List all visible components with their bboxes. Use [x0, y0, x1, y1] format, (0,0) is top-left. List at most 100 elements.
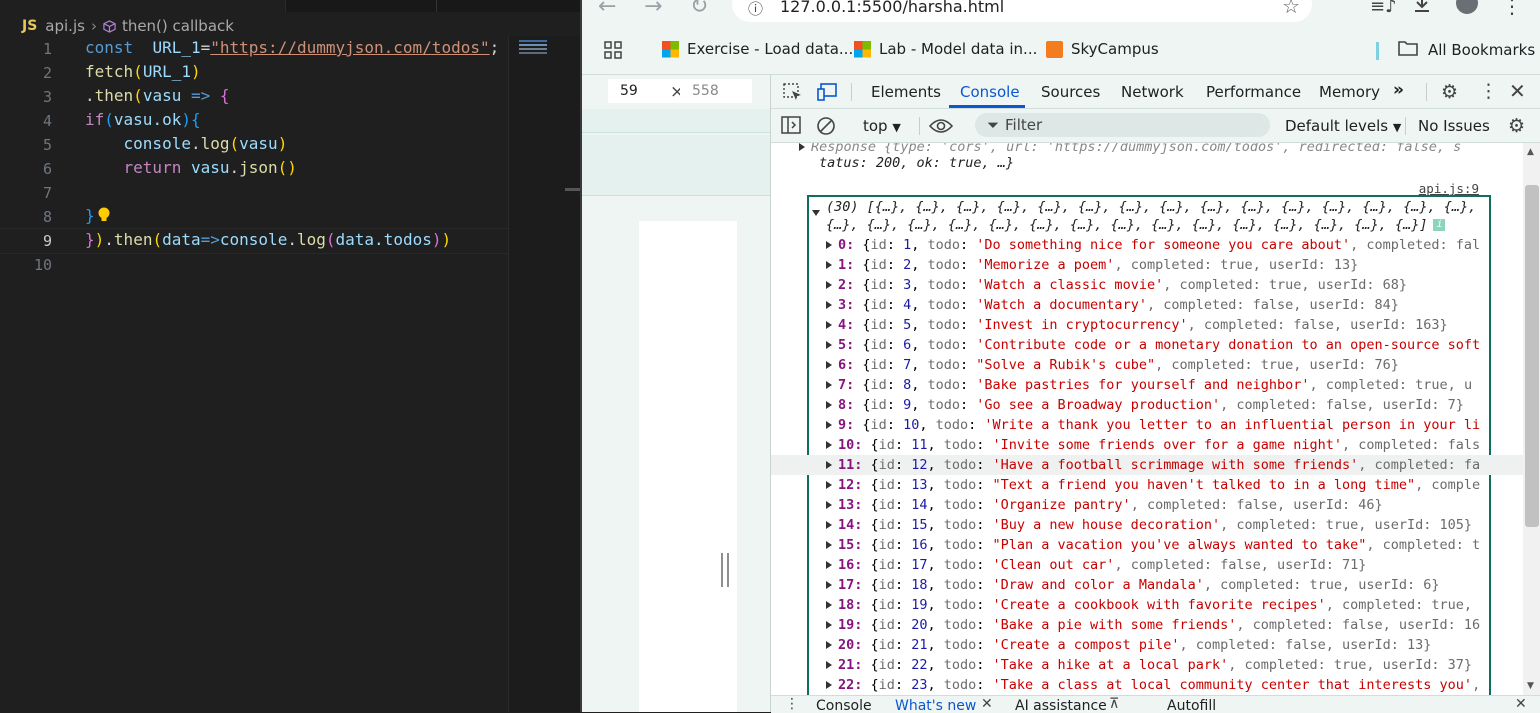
tab-performance[interactable]: Performance [1206, 83, 1301, 101]
media-controls-icon[interactable]: ≡♪ [1370, 0, 1397, 17]
code-line-1[interactable]: const URL_1="https://dummyjson.com/todos… [85, 38, 499, 57]
array-item-row[interactable]: 12: {id: 13, todo: "Text a friend you ha… [771, 475, 1523, 495]
tab-elements[interactable]: Elements [871, 83, 941, 101]
sidebar-toggle-icon[interactable] [781, 116, 801, 138]
drawer-tab-ai-assistance[interactable]: AI assistance [1015, 698, 1107, 713]
info-badge-icon[interactable]: i [1433, 219, 1446, 231]
expand-triangle-icon[interactable] [826, 681, 832, 689]
site-info-icon[interactable]: ⓘ [748, 0, 763, 19]
drawer-tab-console[interactable]: Console [816, 698, 872, 713]
expand-triangle-icon[interactable] [826, 641, 832, 649]
array-item-row[interactable]: 3: {id: 4, todo: 'Watch a documentary', … [771, 295, 1523, 315]
array-item-row[interactable]: 17: {id: 18, todo: 'Draw and color a Man… [771, 575, 1523, 595]
expand-triangle-icon[interactable] [826, 241, 832, 249]
array-item-row[interactable]: 1: {id: 2, todo: 'Memorize a poem', comp… [771, 255, 1523, 275]
array-item-row[interactable]: 8: {id: 9, todo: 'Go see a Broadway prod… [771, 395, 1523, 415]
expand-triangle-icon[interactable] [826, 381, 832, 389]
download-icon[interactable] [1412, 0, 1432, 18]
array-item-row[interactable]: 21: {id: 22, todo: 'Take a hike at a loc… [771, 655, 1523, 675]
close-icon[interactable]: ✕ [981, 696, 993, 712]
bookmark-star-icon[interactable]: ☆ [1282, 0, 1300, 18]
array-item-row[interactable]: 5: {id: 6, todo: 'Contribute code or a m… [771, 335, 1523, 355]
drawer-tab-autofill[interactable]: Autofill [1167, 698, 1216, 713]
scroll-up-arrow-icon[interactable]: ▲ [1527, 147, 1534, 157]
code-line-8[interactable]: } [85, 206, 111, 228]
tab-network[interactable]: Network [1121, 83, 1184, 101]
address-bar[interactable]: ⓘ 127.0.0.1:5500/harsha.html ☆ [732, 0, 1312, 22]
array-item-row[interactable]: 9: {id: 10, todo: 'Write a thank you let… [771, 415, 1523, 435]
array-item-row[interactable]: 7: {id: 8, todo: 'Bake pastries for your… [771, 375, 1523, 395]
inspect-element-icon[interactable] [783, 83, 803, 105]
bookmark-item[interactable]: Lab - Model data in... [854, 40, 1037, 58]
apps-grid-icon[interactable] [604, 41, 622, 63]
expand-triangle-icon[interactable] [826, 301, 832, 309]
source-link[interactable]: api.js:9 [1419, 181, 1479, 196]
settings-gear-icon[interactable]: ⚙ [1441, 81, 1458, 103]
expand-triangle-icon[interactable] [826, 661, 832, 669]
array-item-row[interactable]: 16: {id: 17, todo: 'Clean out car', comp… [771, 555, 1523, 575]
viewport-height-input[interactable]: 558 [680, 79, 752, 103]
more-tabs-chevron-icon[interactable]: » [1393, 80, 1404, 100]
expand-triangle-icon[interactable] [826, 421, 832, 429]
expand-triangle-icon[interactable] [826, 401, 832, 409]
editor-tab-strip[interactable] [0, 0, 580, 12]
resize-handle[interactable] [721, 553, 729, 587]
expand-triangle-icon[interactable] [826, 521, 832, 529]
expand-triangle-icon[interactable] [826, 561, 832, 569]
bookmark-item[interactable]: Exercise - Load data... [662, 40, 853, 58]
code-line-6[interactable]: return vasu.json() [85, 158, 297, 177]
code-line-3[interactable]: .then(vasu => { [85, 86, 230, 105]
minimap[interactable] [508, 36, 581, 712]
code-line-4[interactable]: if(vasu.ok){ [85, 110, 201, 129]
array-item-row[interactable]: 15: {id: 16, todo: "Plan a vacation you'… [771, 535, 1523, 555]
device-toolbar-icon[interactable] [817, 83, 837, 105]
tab-memory[interactable]: Memory [1319, 83, 1380, 101]
array-item-row[interactable]: 0: {id: 1, todo: 'Do something nice for … [771, 235, 1523, 255]
expand-triangle-icon[interactable] [826, 281, 832, 289]
expand-triangle-icon[interactable] [826, 441, 832, 449]
expand-triangle-icon[interactable] [826, 261, 832, 269]
clear-console-icon[interactable] [816, 116, 836, 140]
tab-sources[interactable]: Sources [1041, 83, 1100, 101]
array-item-row[interactable]: 13: {id: 14, todo: 'Organize pantry', co… [771, 495, 1523, 515]
console-filter-input[interactable]: ⏷ Filter [975, 113, 1270, 137]
array-item-row[interactable]: 18: {id: 19, todo: 'Create a cookbook wi… [771, 595, 1523, 615]
array-item-row[interactable]: 20: {id: 21, todo: 'Create a compost pil… [771, 635, 1523, 655]
expand-triangle-icon[interactable] [826, 361, 832, 369]
expand-triangle-icon[interactable] [826, 541, 832, 549]
array-item-row[interactable]: 4: {id: 5, todo: 'Invest in cryptocurren… [771, 315, 1523, 335]
array-summary-line[interactable]: (30) [{…}, {…}, {…}, {…}, {…}, {…}, {…},… [771, 197, 1523, 217]
bookmark-item[interactable]: SkyCampus [1046, 40, 1159, 58]
tab-console[interactable]: Console [960, 83, 1020, 101]
array-item-row[interactable]: 2: {id: 3, todo: 'Watch a classic movie'… [771, 275, 1523, 295]
array-item-row[interactable]: 6: {id: 7, todo: "Solve a Rubik's cube",… [771, 355, 1523, 375]
issues-counter[interactable]: No Issues [1418, 117, 1490, 135]
more-vertical-icon[interactable]: ⋮ [1502, 0, 1522, 18]
expand-triangle-icon[interactable] [826, 581, 832, 589]
console-settings-gear-icon[interactable]: ⚙ [1508, 115, 1525, 137]
expand-triangle-icon[interactable] [799, 143, 805, 151]
expand-triangle-icon[interactable] [826, 321, 832, 329]
array-item-row[interactable]: 22: {id: 23, todo: 'Take a class at loca… [771, 675, 1523, 695]
drawer-tab-whats-new[interactable]: What's new [895, 698, 976, 713]
scrollbar-thumb[interactable] [1525, 185, 1539, 527]
code-line-2[interactable]: fetch(URL_1) [85, 62, 201, 81]
expand-triangle-icon[interactable] [826, 481, 832, 489]
array-item-row[interactable]: 14: {id: 15, todo: 'Buy a new house deco… [771, 515, 1523, 535]
context-selector[interactable]: top ▼ [863, 117, 901, 135]
forward-arrow-icon[interactable]: → [644, 0, 662, 19]
expand-triangle-icon[interactable] [826, 601, 832, 609]
expand-triangle-icon[interactable] [826, 621, 832, 629]
expand-triangle-icon[interactable] [826, 501, 832, 509]
array-item-row[interactable]: 19: {id: 20, todo: 'Bake a pie with some… [771, 615, 1523, 635]
breadcrumb-symbol[interactable]: then() callback [122, 17, 234, 35]
live-expression-eye-icon[interactable] [928, 118, 954, 138]
log-levels-dropdown[interactable]: Default levels ▼ [1285, 117, 1401, 135]
code-line-9[interactable]: }).then(data=>console.log(data.todos)) [85, 230, 451, 249]
console-scrollbar[interactable]: ▲ ▼ [1523, 143, 1540, 695]
code-line-5[interactable]: console.log(vasu) [85, 134, 288, 153]
code-editor[interactable]: JS api.js › then() callback 1 2 3 4 5 6 7 8 9 10 … [0, 0, 581, 712]
rendered-page[interactable] [639, 221, 737, 712]
pin-icon[interactable]: ⊼ [1109, 696, 1119, 712]
back-arrow-icon[interactable]: ← [598, 0, 616, 19]
